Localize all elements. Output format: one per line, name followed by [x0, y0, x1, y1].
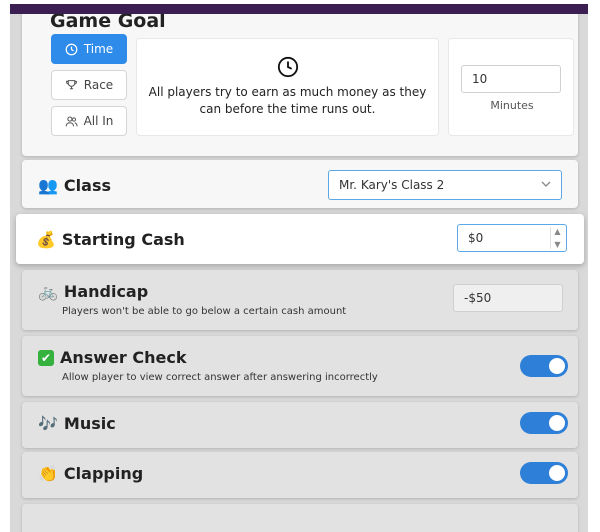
mode-time-label: Time	[83, 42, 114, 56]
clapping-toggle[interactable]	[520, 462, 568, 484]
starting-cash-input[interactable]: $0 ▲ ▼	[457, 224, 567, 252]
clapping-label: Clapping	[63, 464, 144, 483]
mode-all-in-button[interactable]: All In	[51, 106, 127, 136]
answer-check-subtitle: Allow player to view correct answer afte…	[62, 372, 378, 383]
mode-race-button[interactable]: Race	[51, 70, 127, 100]
handicap-title: 🚲 Handicap	[38, 282, 148, 301]
bicycle-icon: 🚲	[38, 281, 58, 301]
clock-icon	[277, 56, 298, 78]
answer-check-toggle[interactable]	[520, 355, 568, 377]
next-setting-card	[22, 504, 578, 532]
handicap-input[interactable]: -$50	[453, 284, 563, 312]
mode-time-button[interactable]: Time	[51, 34, 127, 64]
toggle-knob	[549, 465, 565, 481]
starting-cash-value: $0	[468, 231, 484, 245]
clapping-hands-icon: 👏	[38, 463, 58, 483]
starting-cash-title: 💰 Starting Cash	[36, 230, 185, 249]
music-label: Music	[63, 414, 116, 433]
minutes-box: 10 Minutes	[448, 38, 574, 136]
music-notes-icon: 🎶	[38, 413, 58, 433]
goal-description-box: All players try to earn as much money as…	[136, 38, 439, 136]
trophy-icon	[65, 79, 77, 89]
mode-race-label: Race	[83, 78, 114, 92]
clapping-title: 👏 Clapping	[38, 464, 143, 483]
spinner-up-icon[interactable]: ▲	[551, 227, 564, 236]
answer-check-label: Answer Check	[60, 348, 187, 367]
users-icon	[65, 116, 78, 126]
window-top-bar	[10, 4, 588, 14]
goal-description-line1: All players try to earn as much money as…	[148, 85, 427, 99]
starting-cash-label: Starting Cash	[61, 230, 185, 249]
handicap-subtitle: Players won't be able to go below a cert…	[62, 306, 347, 317]
spinner-down-icon[interactable]: ▼	[551, 240, 564, 249]
goal-description-line2: can before the time runs out.	[199, 102, 376, 116]
money-bag-icon: 💰	[36, 229, 56, 249]
minutes-input[interactable]: 10	[461, 65, 561, 93]
class-select-value: Mr. Kary's Class 2	[339, 178, 445, 192]
class-select[interactable]: Mr. Kary's Class 2	[328, 170, 562, 200]
class-title: 👥 Class	[38, 176, 111, 195]
number-spinner[interactable]: ▲ ▼	[550, 227, 564, 249]
settings-panel: Game Goal Time Race All In All players t…	[10, 14, 588, 532]
class-label: Class	[63, 176, 111, 195]
music-toggle[interactable]	[520, 412, 568, 434]
minutes-label: Minutes	[490, 99, 534, 112]
game-goal-title: Game Goal	[50, 14, 166, 32]
check-icon: ✔	[38, 349, 54, 366]
handicap-label: Handicap	[63, 282, 149, 301]
toggle-knob	[549, 415, 565, 431]
mode-all-in-label: All In	[83, 114, 114, 128]
answer-check-title: ✔ Answer Check	[38, 348, 187, 367]
clock-icon	[65, 43, 78, 55]
toggle-knob	[549, 358, 565, 374]
chevron-down-icon	[541, 181, 551, 187]
music-title: 🎶 Music	[38, 414, 116, 433]
game-goal-card: Game Goal Time Race All In All players t…	[22, 14, 578, 156]
people-icon: 👥	[38, 175, 58, 195]
